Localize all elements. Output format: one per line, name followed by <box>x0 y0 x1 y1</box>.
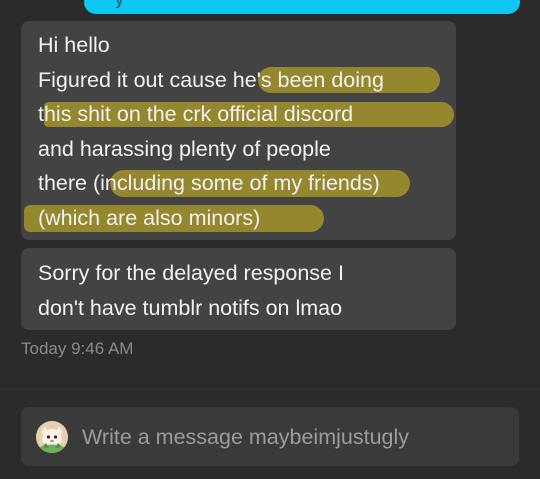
user-avatar-icon[interactable] <box>36 421 68 453</box>
message-fragment-glyph: y <box>116 0 123 8</box>
message-line: and harassing plenty of people <box>38 136 331 161</box>
message-composer[interactable] <box>21 407 519 466</box>
message-line: don't have tumblr notifs on lmao <box>38 295 343 320</box>
message-input[interactable] <box>82 420 502 454</box>
message-line: there (including some of my friends) <box>38 166 456 201</box>
message-line: Hi hello <box>38 33 110 57</box>
received-message-bubble: Hi hello Figured it out cause he's been … <box>21 21 456 240</box>
message-line: Sorry for the delayed response I <box>38 261 344 285</box>
previous-sent-message-bubble: y <box>84 0 520 14</box>
message-timestamp: Today 9:46 AM <box>21 339 134 358</box>
received-message-bubble: Sorry for the delayed response I don't h… <box>21 248 456 330</box>
message-line: Figured it out cause he's been doing <box>38 63 456 98</box>
message-line: (which are also minors) <box>24 201 456 236</box>
composer-divider <box>0 389 540 390</box>
message-line: this shit on the crk official discord <box>38 97 456 132</box>
